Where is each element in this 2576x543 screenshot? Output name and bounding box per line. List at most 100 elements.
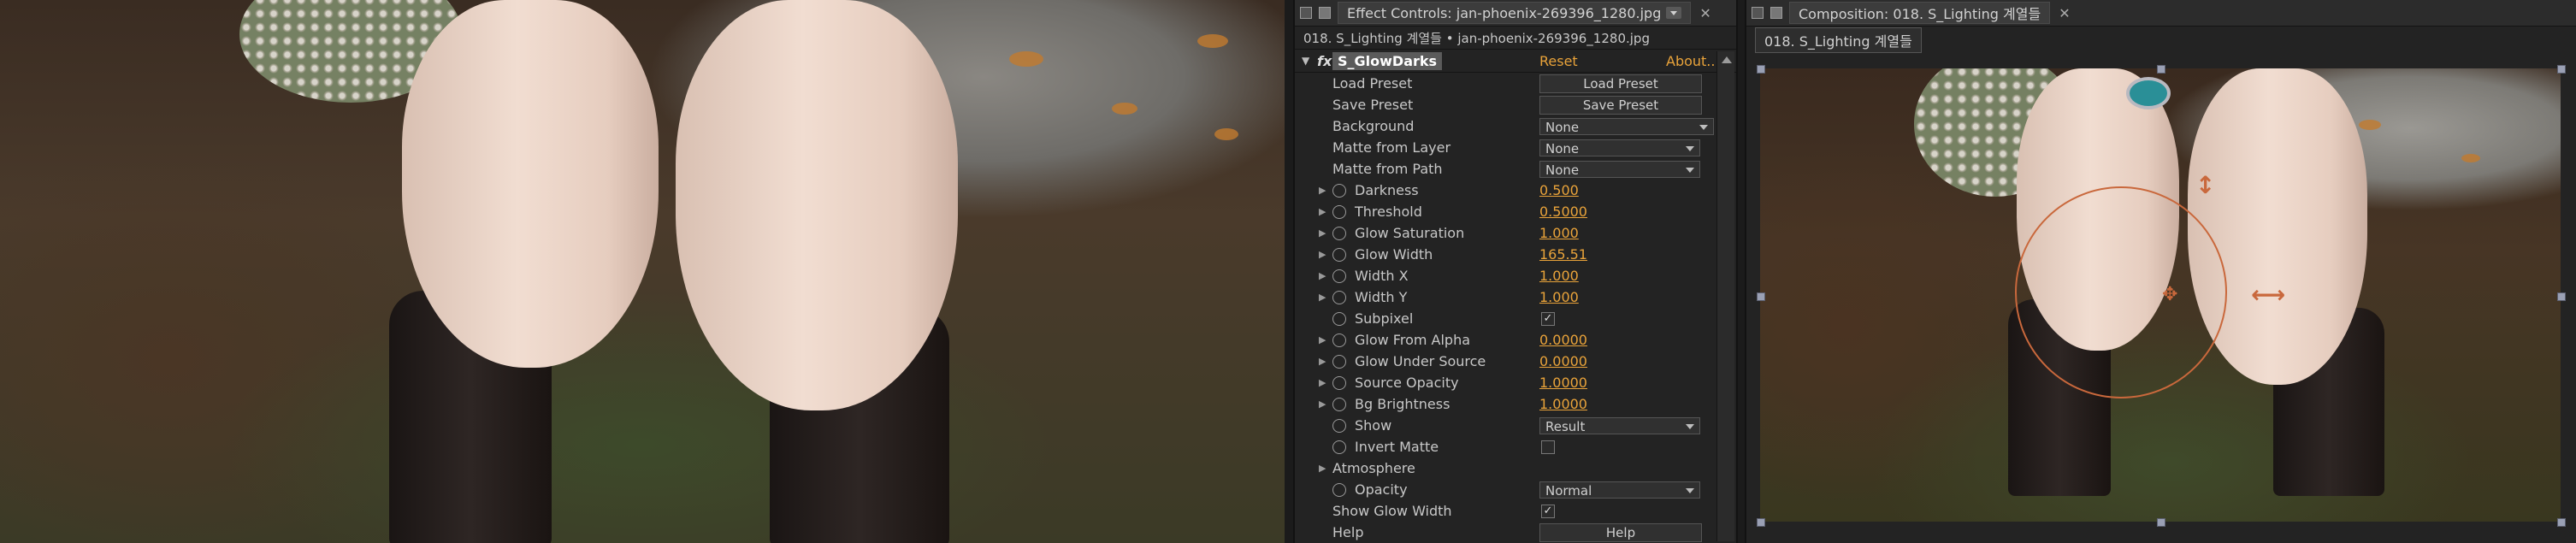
param-value[interactable]: 165.51	[1539, 246, 1587, 263]
param-checkbox[interactable]	[1541, 440, 1555, 454]
param-value[interactable]: 1.0000	[1539, 375, 1587, 391]
effect-param-row: Background None	[1295, 115, 1736, 137]
arrow-vertical-icon[interactable]: ↕	[2195, 171, 2215, 199]
twirl-icon[interactable]: ▶	[1319, 249, 1326, 260]
close-icon[interactable]: ✕	[1699, 5, 1710, 21]
stopwatch-icon[interactable]	[1332, 247, 1346, 262]
stopwatch-icon[interactable]	[1332, 375, 1346, 390]
param-label: Darkness	[1355, 182, 1419, 198]
param-value[interactable]: 1.000	[1539, 225, 1579, 241]
effect-param-row: Subpixel ✓	[1295, 308, 1736, 329]
collapse-triangle-icon[interactable]: ▼	[1302, 55, 1309, 67]
param-select[interactable]: Result	[1539, 416, 1700, 434]
close-icon[interactable]: ✕	[2059, 5, 2070, 21]
lock-icon[interactable]	[1319, 7, 1331, 19]
photo-preview	[0, 0, 1285, 543]
effect-header: ▼ fx S_GlowDarks Reset About...	[1295, 50, 1736, 73]
tab-composition[interactable]: Composition: 018. S_Lighting 계열들	[1789, 2, 2051, 24]
twirl-icon[interactable]: ▶	[1319, 185, 1326, 196]
param-select[interactable]: None	[1539, 139, 1700, 156]
param-label: Source Opacity	[1355, 375, 1459, 391]
layer-handle[interactable]	[1757, 292, 1765, 301]
param-label: Subpixel	[1355, 310, 1414, 327]
twirl-icon[interactable]: ▶	[1319, 206, 1326, 217]
twirl-icon[interactable]: ▶	[1319, 377, 1326, 388]
layer-handle[interactable]	[2157, 65, 2165, 74]
param-select[interactable]: None	[1539, 117, 1714, 135]
stopwatch-icon[interactable]	[1332, 290, 1346, 304]
preset-button[interactable]: Help	[1539, 522, 1702, 542]
effect-param-row: Show Glow Width ✓	[1295, 500, 1736, 522]
about-button[interactable]: About...	[1666, 53, 1720, 69]
param-select[interactable]: None	[1539, 160, 1700, 178]
stopwatch-icon[interactable]	[1332, 269, 1346, 283]
param-label: Save Preset	[1332, 97, 1414, 113]
twirl-icon[interactable]: ▶	[1319, 398, 1326, 410]
param-label: Show	[1355, 417, 1392, 434]
layer-handle[interactable]	[2557, 292, 2566, 301]
stopwatch-icon[interactable]	[1332, 204, 1346, 219]
fx-toggle-icon[interactable]: fx	[1317, 53, 1332, 69]
param-label: Bg Brightness	[1355, 396, 1450, 412]
twirl-icon[interactable]: ▶	[1319, 334, 1326, 345]
stopwatch-icon[interactable]	[1332, 418, 1346, 433]
param-value[interactable]: 0.0000	[1539, 332, 1587, 348]
param-value[interactable]: 1.000	[1539, 268, 1579, 284]
layer-handle[interactable]	[1757, 65, 1765, 74]
tab-effect-controls[interactable]: Effect Controls: jan-phoenix-269396_1280…	[1338, 2, 1692, 24]
param-value[interactable]: 0.500	[1539, 182, 1579, 198]
layer-handle[interactable]	[2557, 518, 2566, 527]
composition-viewer[interactable]: ✥ ↕ ⟷	[1760, 68, 2561, 522]
chevron-down-icon[interactable]	[1666, 7, 1682, 19]
arrow-horizontal-icon[interactable]: ⟷	[2251, 280, 2285, 309]
stopwatch-icon[interactable]	[1332, 226, 1346, 240]
lichen-spot	[1197, 34, 1228, 48]
crosshair-icon[interactable]: ✥	[2162, 284, 2177, 305]
effect-param-row: ▶ Bg Brightness 1.0000	[1295, 393, 1736, 415]
twirl-icon[interactable]: ▶	[1319, 270, 1326, 281]
param-value[interactable]: 0.5000	[1539, 204, 1587, 220]
param-checkbox[interactable]: ✓	[1541, 504, 1555, 518]
glow-width-circle[interactable]	[2015, 186, 2227, 398]
twirl-icon[interactable]: ▶	[1319, 227, 1326, 239]
twirl-icon[interactable]: ▶	[1319, 463, 1326, 474]
panel-menu-icon[interactable]	[1300, 7, 1312, 19]
preset-button[interactable]: Save Preset	[1539, 95, 1702, 115]
param-checkbox[interactable]: ✓	[1541, 311, 1555, 326]
stopwatch-icon[interactable]	[1332, 333, 1346, 347]
reset-button[interactable]: Reset	[1539, 53, 1578, 69]
stopwatch-icon[interactable]	[1332, 397, 1346, 411]
effect-param-row: Invert Matte	[1295, 436, 1736, 457]
param-label: Glow From Alpha	[1355, 332, 1471, 348]
param-value[interactable]: 1.000	[1539, 289, 1579, 305]
effect-param-row: ▶ Glow Width 165.51	[1295, 244, 1736, 265]
composition-chip[interactable]: 018. S_Lighting 계열들	[1755, 27, 1922, 53]
scroll-up-icon[interactable]	[1722, 56, 1732, 63]
stopwatch-icon[interactable]	[1332, 354, 1346, 369]
panel-menu-icon[interactable]	[1752, 7, 1764, 19]
twirl-icon[interactable]: ▶	[1319, 292, 1326, 303]
param-label: Width X	[1355, 268, 1409, 284]
scrollbar[interactable]	[1716, 51, 1734, 541]
param-value[interactable]: 1.0000	[1539, 396, 1587, 412]
stopwatch-icon[interactable]	[1332, 311, 1346, 326]
effect-name[interactable]: S_GlowDarks	[1332, 52, 1443, 70]
stopwatch-icon[interactable]	[1332, 183, 1346, 198]
param-select[interactable]: Normal	[1539, 481, 1700, 499]
effect-param-row: Save Preset Save Preset	[1295, 94, 1736, 115]
twirl-icon[interactable]: ▶	[1319, 356, 1326, 367]
layer-handle[interactable]	[1757, 518, 1765, 527]
preset-button[interactable]: Load Preset	[1539, 74, 1702, 93]
layer-handle[interactable]	[2557, 65, 2566, 74]
param-label: Help	[1332, 524, 1364, 540]
composition-tabbar: Composition: 018. S_Lighting 계열들 ✕	[1746, 0, 2576, 27]
param-label: Matte from Layer	[1332, 139, 1451, 156]
effect-param-row: ▶ Glow From Alpha 0.0000	[1295, 329, 1736, 351]
param-value[interactable]: 0.0000	[1539, 353, 1587, 369]
lichen-spot	[1009, 51, 1043, 67]
left-leg	[402, 0, 659, 368]
layer-handle[interactable]	[2157, 518, 2165, 527]
stopwatch-icon[interactable]	[1332, 440, 1346, 454]
stopwatch-icon[interactable]	[1332, 482, 1346, 497]
lock-icon[interactable]	[1770, 7, 1782, 19]
